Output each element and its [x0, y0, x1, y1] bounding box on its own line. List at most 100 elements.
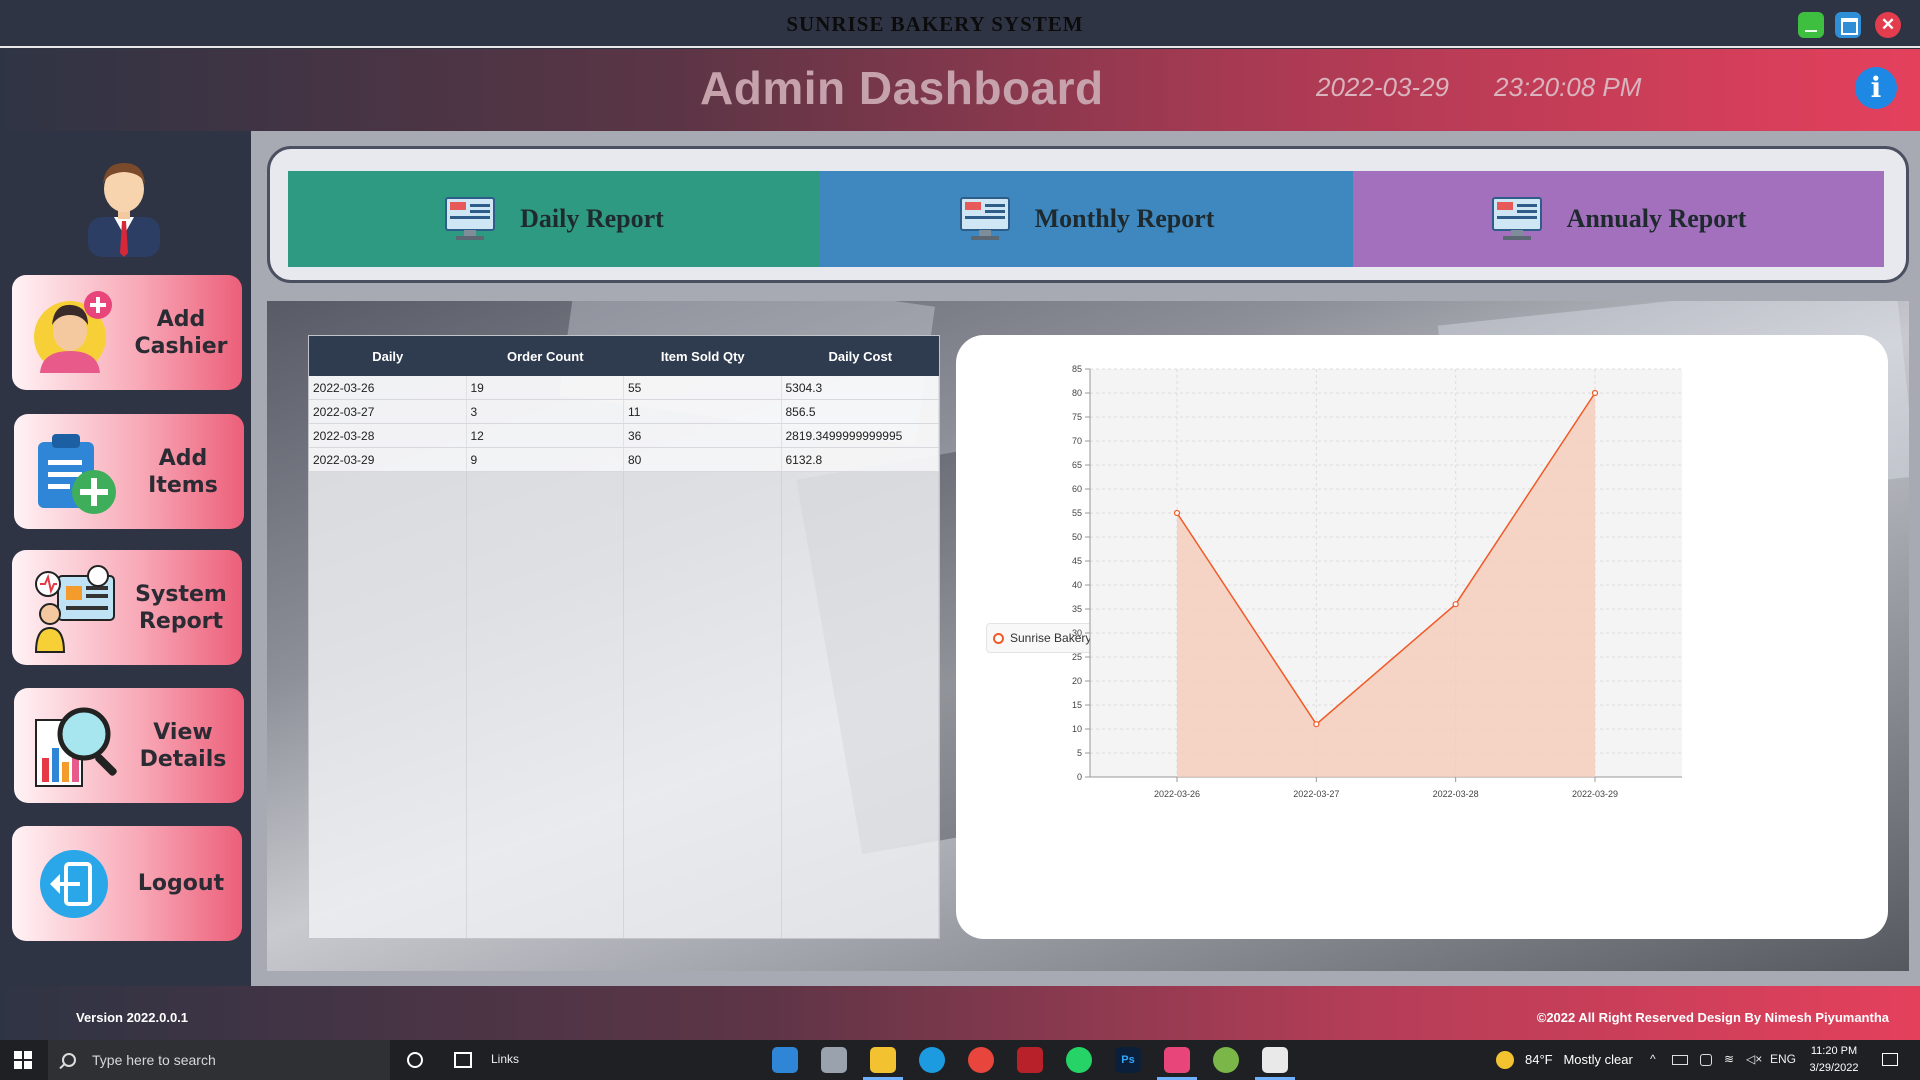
y-tick-label: 60: [1072, 484, 1082, 494]
table-cell: 2022-03-29: [309, 448, 467, 471]
area-chart: 0 5 10 15 20 25 30 35 40 45 50 55 60 65 70 75 80 85 2022-0…: [1072, 364, 1682, 799]
copyright-label: ©2022 All Right Reserved Design By Nimes…: [1536, 1010, 1889, 1025]
app-title: SUNRISE BAKERY SYSTEM: [786, 12, 1084, 36]
sidebar-item-logout[interactable]: Logout: [12, 826, 242, 941]
y-tick-label: 55: [1072, 508, 1082, 518]
data-point: [1173, 509, 1181, 517]
table-row[interactable]: 2022-03-27 3 11 856.5: [309, 400, 939, 424]
task-view-icon[interactable]: [454, 1052, 472, 1068]
empty-table-area: [309, 472, 939, 938]
language-indicator[interactable]: ENG: [1770, 1052, 1796, 1066]
browser-app-icon[interactable]: [1213, 1047, 1239, 1073]
sidebar-item-label: Add Items: [148, 445, 218, 498]
windows-taskbar: Type here to search Links Ps 84°F Mostly…: [0, 1040, 1920, 1080]
x-tick-label: 2022-03-28: [1433, 789, 1479, 799]
weather-moon-icon[interactable]: [1496, 1051, 1514, 1069]
weather-text[interactable]: 84°F Mostly clear: [1525, 1052, 1633, 1067]
taskbar-clock[interactable]: 11:20 PM 3/29/2022: [1804, 1043, 1864, 1077]
y-tick-label: 75: [1072, 412, 1082, 422]
y-tick-label: 35: [1072, 604, 1082, 614]
table-cell: 2022-03-28: [309, 424, 467, 447]
taskbar-search-box[interactable]: Type here to search: [48, 1040, 390, 1080]
table-cell: 36: [624, 424, 782, 447]
table-row[interactable]: 2022-03-28 12 36 2819.3499999999995: [309, 424, 939, 448]
java-app-icon[interactable]: [1262, 1047, 1288, 1073]
data-point: [1591, 389, 1599, 397]
clock-time: 11:20 PM: [1810, 1045, 1858, 1057]
speaker-muted-icon[interactable]: ◁×: [1746, 1052, 1762, 1066]
intellij-icon[interactable]: [1164, 1047, 1190, 1073]
info-button[interactable]: i: [1855, 67, 1897, 109]
wifi-icon[interactable]: ≋: [1724, 1052, 1734, 1066]
search-placeholder: Type here to search: [92, 1052, 216, 1068]
annual-report-button[interactable]: Annualy Report: [1353, 171, 1884, 267]
weather-condition: Mostly clear: [1563, 1052, 1633, 1067]
add-cashier-icon: [34, 291, 112, 373]
monthly-report-button[interactable]: Monthly Report: [820, 171, 1353, 267]
table-cell: 3: [467, 400, 624, 423]
sidebar-item-label: Add Cashier: [134, 306, 228, 359]
windows-start-icon[interactable]: [14, 1051, 32, 1069]
mail-app-icon[interactable]: [772, 1047, 798, 1073]
column-header[interactable]: Order Count: [467, 336, 625, 376]
chrome-browser-icon[interactable]: [968, 1047, 994, 1073]
data-point: [1452, 601, 1459, 608]
cortana-icon[interactable]: [407, 1052, 423, 1068]
dashboard-content: Daily Order Count Item Sold Qty Daily Co…: [267, 301, 1909, 971]
sidebar-item-view-details[interactable]: View Details: [14, 688, 244, 803]
links-toolbar[interactable]: Links: [491, 1052, 519, 1066]
sidebar-item-label: Logout: [137, 871, 225, 896]
table-cell: 19: [467, 376, 624, 399]
y-tick-label: 5: [1077, 748, 1082, 758]
edge-browser-icon[interactable]: [919, 1047, 945, 1073]
weather-temperature: 84°F: [1525, 1052, 1553, 1067]
add-items-icon: [38, 434, 116, 514]
table-cell: 5304.3: [782, 376, 939, 399]
y-tick-label: 30: [1072, 628, 1082, 638]
daily-summary-table: Daily Order Count Item Sold Qty Daily Co…: [308, 335, 940, 939]
notification-icon[interactable]: [1882, 1053, 1898, 1066]
chevron-up-icon[interactable]: ^: [1650, 1052, 1656, 1066]
dashboard-header: Admin Dashboard 2022-03-29 23:20:08 PM i: [0, 49, 1920, 131]
close-button[interactable]: ✕: [1875, 12, 1901, 38]
sidebar-item-add-items[interactable]: Add Items: [14, 414, 244, 529]
battery-icon[interactable]: [1672, 1055, 1688, 1065]
system-report-icon: [34, 565, 115, 653]
table-cell: 11: [624, 400, 782, 423]
report-selector: Daily Report Monthly Report Annualy Repo…: [267, 146, 1909, 283]
table-cell: 12: [467, 424, 624, 447]
daily-report-label: Daily Report: [520, 204, 664, 233]
minimize-button[interactable]: [1798, 12, 1824, 38]
y-tick-label: 45: [1072, 556, 1082, 566]
game-app-icon[interactable]: [1017, 1047, 1043, 1073]
table-cell: 2022-03-27: [309, 400, 467, 423]
meet-now-icon[interactable]: [1700, 1054, 1712, 1066]
sidebar-item-system-report[interactable]: System Report: [12, 550, 242, 665]
table-row[interactable]: 2022-03-26 19 55 5304.3: [309, 376, 939, 400]
table-cell: 856.5: [782, 400, 939, 423]
table-cell: 80: [624, 448, 782, 471]
x-tick-label: 2022-03-29: [1572, 789, 1618, 799]
y-tick-label: 70: [1072, 436, 1082, 446]
table-row[interactable]: 2022-03-29 9 80 6132.8: [309, 448, 939, 472]
sidebar-item-label: System Report: [135, 581, 227, 634]
network-app-icon[interactable]: [821, 1047, 847, 1073]
column-header[interactable]: Daily Cost: [782, 336, 940, 376]
maximize-button[interactable]: [1835, 12, 1861, 38]
y-tick-label: 0: [1077, 772, 1082, 782]
file-explorer-icon[interactable]: [870, 1047, 896, 1073]
y-tick-label: 40: [1072, 580, 1082, 590]
y-tick-label: 20: [1072, 676, 1082, 686]
main-area: Daily Report Monthly Report Annualy Repo…: [251, 131, 1920, 986]
column-header[interactable]: Item Sold Qty: [624, 336, 782, 376]
monitor-report-icon: [959, 197, 1010, 240]
header-date: 2022-03-29: [1316, 72, 1449, 102]
version-label: Version 2022.0.0.1: [76, 1010, 189, 1025]
monthly-report-label: Monthly Report: [1034, 204, 1215, 233]
sidebar-item-add-cashier[interactable]: Add Cashier: [12, 275, 242, 390]
photoshop-icon[interactable]: Ps: [1115, 1047, 1141, 1073]
daily-report-button[interactable]: Daily Report: [288, 171, 820, 267]
column-header[interactable]: Daily: [309, 336, 467, 376]
whatsapp-icon[interactable]: [1066, 1047, 1092, 1073]
search-icon: [62, 1053, 76, 1067]
